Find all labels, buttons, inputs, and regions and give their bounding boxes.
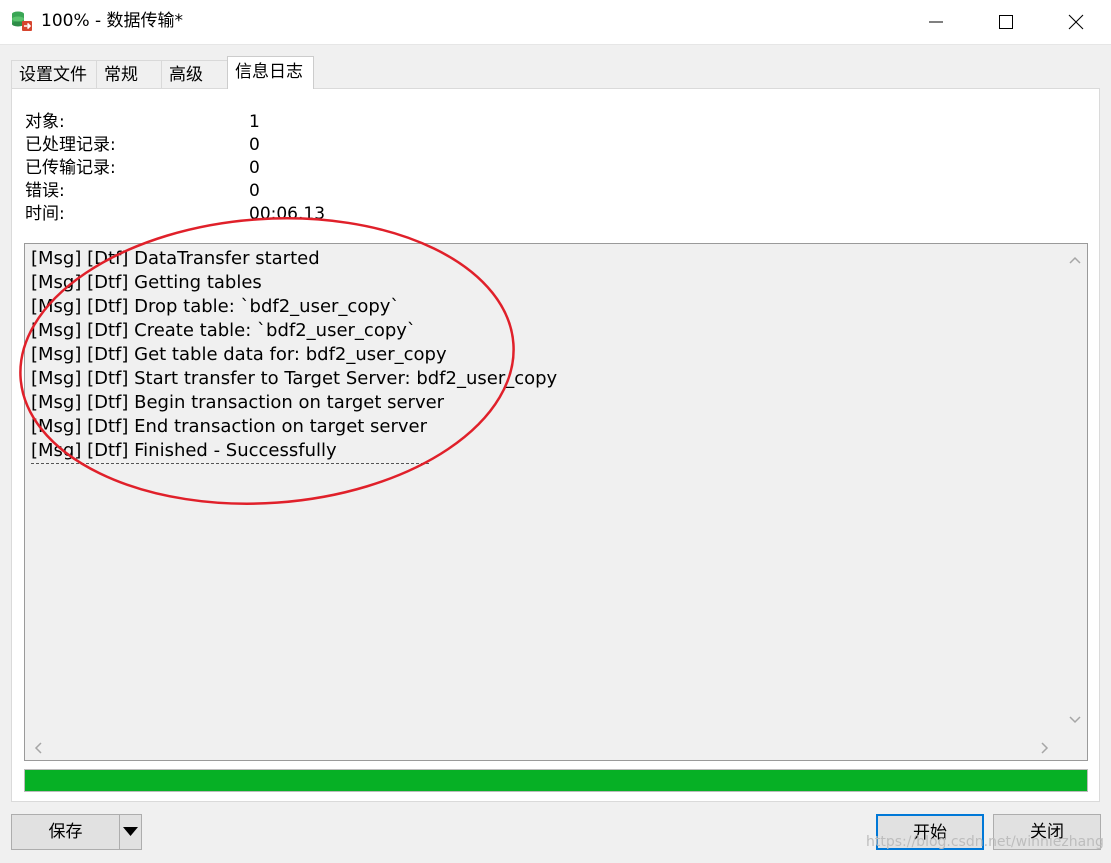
scroll-down-icon[interactable] [1067, 712, 1083, 728]
tab-advanced[interactable]: 高级 [161, 60, 228, 88]
scroll-right-icon[interactable] [1037, 740, 1053, 756]
log-separator [31, 463, 429, 464]
close-button[interactable]: 关闭 [993, 814, 1101, 850]
maximize-icon [999, 15, 1013, 29]
database-transfer-icon [12, 11, 32, 31]
horizontal-scrollbar[interactable] [25, 736, 1065, 760]
log-line: [Msg] [Dtf] Getting tables [31, 272, 262, 293]
close-window-button[interactable] [1043, 0, 1109, 44]
stat-time-value: 00:06.13 [249, 204, 326, 224]
log-line: [Msg] [Dtf] Start transfer to Target Ser… [31, 368, 558, 389]
start-button[interactable]: 开始 [876, 814, 984, 850]
scroll-left-icon[interactable] [30, 740, 46, 756]
vertical-scrollbar[interactable] [1063, 244, 1087, 738]
stat-transferred-label: 已传输记录: [25, 158, 116, 178]
log-line: [Msg] [Dtf] DataTransfer started [31, 248, 320, 269]
stat-objects-label: 对象: [25, 112, 65, 132]
stat-errors-value: 0 [249, 181, 260, 201]
info-log-panel: 对象: 1 已处理记录: 0 已传输记录: 0 错误: 0 时间: 00:06.… [11, 88, 1100, 802]
save-button-group: 保存 [11, 814, 142, 850]
dropdown-arrow-icon [123, 827, 138, 836]
stat-processed-label: 已处理记录: [25, 135, 116, 155]
log-line: [Msg] [Dtf] Drop table: `bdf2_user_copy` [31, 296, 400, 317]
log-output[interactable]: [Msg] [Dtf] DataTransfer started [Msg] [… [24, 243, 1088, 761]
stat-errors-label: 错误: [25, 181, 65, 201]
progress-fill [25, 770, 1087, 791]
close-icon [1068, 14, 1084, 30]
log-line: [Msg] [Dtf] End transaction on target se… [31, 416, 428, 437]
log-line: [Msg] [Dtf] Begin transaction on target … [31, 392, 445, 413]
minimize-icon [929, 21, 943, 23]
title-bar: 100% - 数据传输* [0, 0, 1111, 45]
maximize-button[interactable] [973, 0, 1039, 44]
log-line: [Msg] [Dtf] Finished - Successfully [31, 440, 337, 461]
scroll-up-icon[interactable] [1067, 252, 1083, 268]
log-line: [Msg] [Dtf] Get table data for: bdf2_use… [31, 344, 447, 365]
tab-info-log[interactable]: 信息日志 [227, 56, 314, 89]
minimize-button[interactable] [903, 0, 969, 44]
progress-bar [24, 769, 1088, 792]
log-line: [Msg] [Dtf] Create table: `bdf2_user_cop… [31, 320, 416, 341]
save-dropdown-button[interactable] [119, 814, 142, 850]
tab-general[interactable]: 常规 [96, 60, 162, 88]
stat-time-label: 时间: [25, 204, 65, 224]
save-button[interactable]: 保存 [11, 814, 120, 850]
stat-objects-value: 1 [249, 112, 260, 132]
stat-transferred-value: 0 [249, 158, 260, 178]
window-title: 100% - 数据传输* [41, 11, 184, 31]
tab-settings-file[interactable]: 设置文件 [11, 60, 97, 88]
stat-processed-value: 0 [249, 135, 260, 155]
